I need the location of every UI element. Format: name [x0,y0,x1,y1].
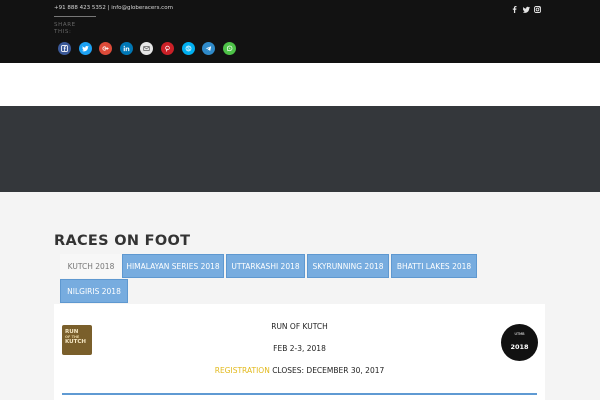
section-title: RACES ON FOOT [54,233,191,249]
registration-info: REGISTRATION CLOSES: DECEMBER 30, 2017 [54,366,545,375]
header-social-icons [511,5,546,13]
top-bar: +91 888 423 5352 | info@globeracers.com … [0,0,600,63]
header-spacer [0,63,600,106]
share-whatsapp-button[interactable] [222,42,236,55]
share-pinterest-button[interactable] [160,42,174,55]
instagram-icon [534,5,541,13]
share-google-plus-button[interactable] [99,42,113,55]
panel-divider [62,393,537,395]
twitter-icon [81,45,89,52]
tab-bhatti-lakes-2018[interactable]: BHATTI LAKES 2018 [391,254,477,278]
facebook-icon [512,5,517,13]
header-instagram-link[interactable] [534,5,541,13]
registration-deadline: CLOSES: DECEMBER 30, 2017 [269,366,385,375]
share-twitter-button[interactable] [78,42,92,55]
registration-highlight: REGISTRATION [214,366,270,375]
share-linkedin-button[interactable] [119,42,133,55]
share-facebook-button[interactable] [58,42,71,55]
google-plus-icon [102,46,109,51]
badge-year: 2018 [510,343,529,351]
race-tabs: KUTCH 2018 HIMALAYAN SERIES 2018 UTTARKA… [60,254,540,303]
page-banner [0,106,600,192]
header-twitter-link[interactable] [522,5,530,13]
email-icon [143,46,151,51]
pinterest-icon [165,45,170,52]
skype-icon [185,45,191,52]
tab-kutch-2018[interactable]: KUTCH 2018 [60,254,122,278]
contact-info: +91 888 423 5352 | info@globeracers.com [54,5,173,11]
linkedin-icon [123,45,130,52]
share-buttons [58,42,243,56]
tab-nilgiris-2018[interactable]: NILGIRIS 2018 [60,279,128,303]
twitter-icon [522,6,530,13]
race-date: FEB 2-3, 2018 [273,344,326,353]
facebook-icon [61,45,68,52]
share-label: SHARE THIS: [54,22,76,35]
badge-top-text: UTMB [514,332,525,336]
tab-skyrunning-2018[interactable]: SKYRUNNING 2018 [307,254,389,278]
tab-himalayan-series-2018[interactable]: HIMALAYAN SERIES 2018 [122,254,224,278]
share-skype-button[interactable] [181,42,195,55]
whatsapp-icon [226,45,233,52]
qualifying-race-badge: UTMB 2018 [501,324,538,361]
tab-uttarkashi-2018[interactable]: UTTARKASHI 2018 [226,254,305,278]
divider [54,16,96,17]
share-email-button[interactable] [140,42,154,55]
race-panel: RUN OF THE KUTCH RUN OF KUTCH FEB 2-3, 2… [54,304,545,400]
header-facebook-link[interactable] [511,5,518,13]
share-telegram-button[interactable] [202,42,216,55]
telegram-icon [205,46,212,52]
race-name: RUN OF KUTCH [271,322,328,331]
